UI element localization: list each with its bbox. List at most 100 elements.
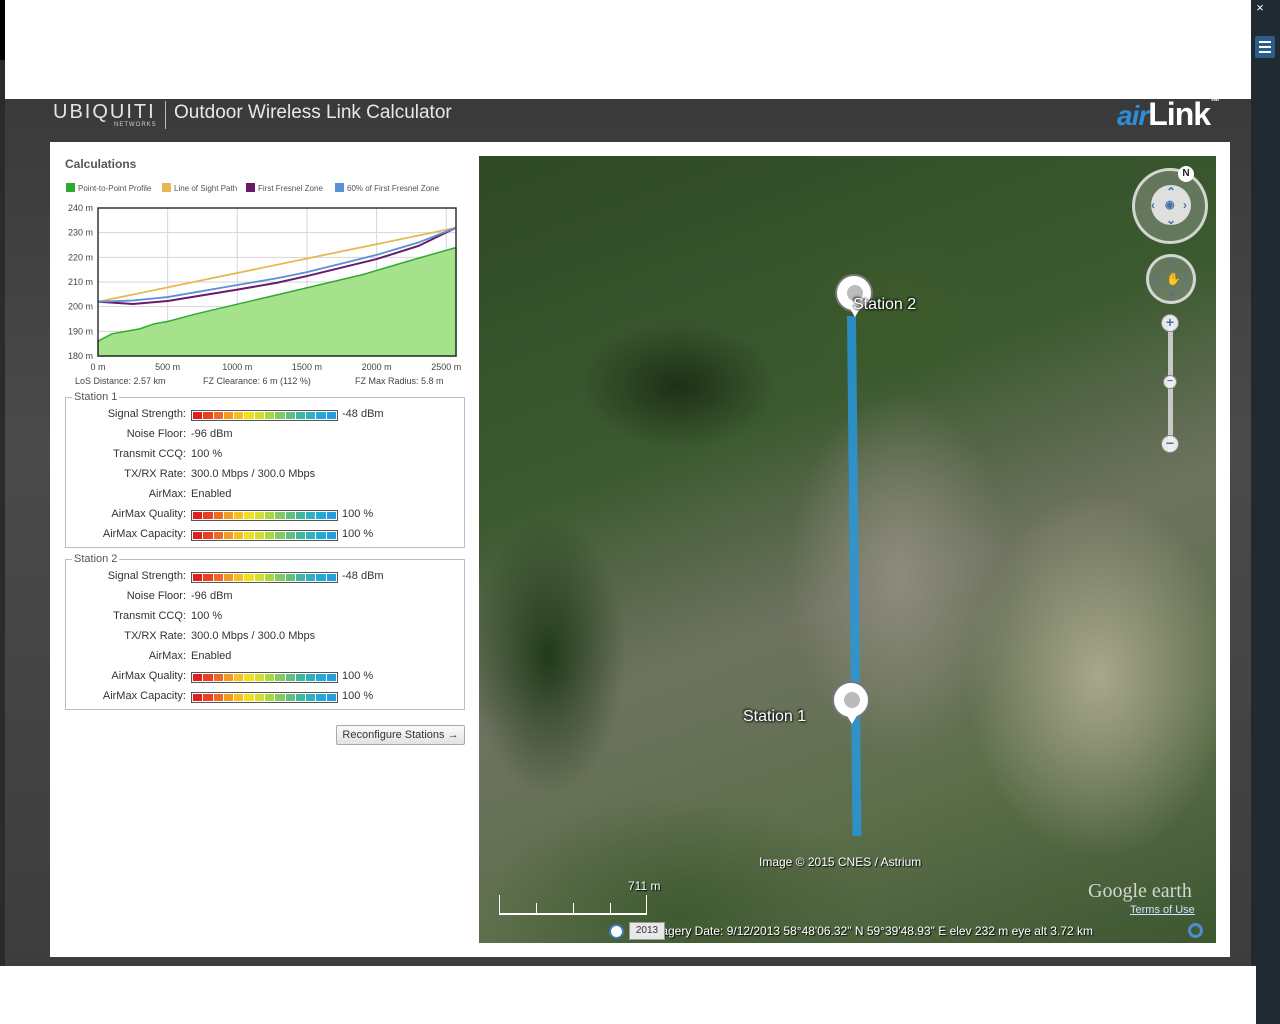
clock-icon[interactable] xyxy=(609,924,624,939)
meter-segment xyxy=(285,532,295,539)
station-1-signal-row: Signal Strength: -48 dBm xyxy=(66,408,464,424)
airmax-label: AirMax: xyxy=(148,650,186,662)
page-title: Outdoor Wireless Link Calculator xyxy=(174,102,452,123)
signal-label: Signal Strength: xyxy=(107,408,186,420)
station-1-marker[interactable] xyxy=(832,681,872,725)
meter-segment xyxy=(254,412,264,419)
meter-segment xyxy=(244,694,254,701)
meter-segment xyxy=(254,512,264,519)
meter-segment xyxy=(295,694,306,701)
meter-segment xyxy=(203,694,213,701)
rate-label: TX/RX Rate: xyxy=(124,468,186,480)
meter-segment xyxy=(316,674,326,681)
ubiquiti-logo-sub: NETWORKS xyxy=(114,122,157,128)
meter-segment xyxy=(234,574,244,581)
station-1-airmax-row: AirMax: Enabled xyxy=(66,488,464,504)
x-tick-label: 1000 m xyxy=(222,362,252,372)
move-up-icon[interactable]: ⌃ xyxy=(1167,257,1177,271)
station-2-title: Station 2 xyxy=(72,553,120,565)
meter-segment xyxy=(264,674,275,681)
meter-segment xyxy=(254,674,264,681)
meter-segment xyxy=(234,512,244,519)
station-1-rate-row: TX/RX Rate: 300.0 Mbps / 300.0 Mbps xyxy=(66,468,464,484)
airmax-value: Enabled xyxy=(191,650,232,662)
look-control[interactable]: ⌃ ‹ › ⌄ ◉ xyxy=(1132,168,1208,244)
meter-segment xyxy=(275,574,285,581)
station-2-airmax-row: AirMax: Enabled xyxy=(66,650,464,666)
zoom-out-button[interactable]: − xyxy=(1161,435,1179,453)
move-right-icon[interactable]: › xyxy=(1183,271,1187,285)
move-down-icon[interactable]: ⌄ xyxy=(1167,285,1177,299)
y-tick-label: 220 m xyxy=(68,252,93,262)
station-2-capacity-row: AirMax Capacity: 100 % xyxy=(66,690,464,706)
station-1-ccq-row: Transmit CCQ: 100 % xyxy=(66,448,464,464)
menu-icon[interactable] xyxy=(1255,36,1275,58)
reconfigure-stations-button[interactable]: Reconfigure Stations → xyxy=(336,725,465,745)
meter-segment xyxy=(264,574,275,581)
legend-swatch xyxy=(162,183,171,192)
zoom-handle[interactable]: − xyxy=(1163,375,1177,389)
meter-segment xyxy=(213,412,223,419)
legend-item: Point-to-Point Profile xyxy=(66,183,151,193)
look-left-icon[interactable]: ‹ xyxy=(1151,198,1155,212)
move-control[interactable]: ⌃ ‹ › ⌄ ✋ xyxy=(1146,254,1196,304)
fz-clearance-text: FZ Clearance: 6 m (112 %) xyxy=(203,376,311,386)
meter-segment xyxy=(223,674,234,681)
meter-segment xyxy=(244,512,254,519)
meter-segment xyxy=(326,574,336,581)
meter-segment xyxy=(306,512,316,519)
station-1-title: Station 1 xyxy=(72,391,120,403)
meter-segment xyxy=(275,674,285,681)
look-down-icon[interactable]: ⌄ xyxy=(1166,213,1176,227)
legend-item: Line of Sight Path xyxy=(162,183,237,193)
meter-segment xyxy=(213,512,223,519)
airmax-capacity-meter xyxy=(191,530,338,541)
look-up-icon[interactable]: ⌃ xyxy=(1166,185,1176,199)
noise-floor-value: -96 dBm xyxy=(191,428,233,440)
airmax-capacity-meter xyxy=(191,692,338,703)
meter-segment xyxy=(244,412,254,419)
meter-segment xyxy=(223,532,234,539)
meter-segment xyxy=(295,674,306,681)
imagery-date-box[interactable]: 2013 xyxy=(629,922,665,940)
meter-segment xyxy=(234,412,244,419)
station-2-map-label: Station 2 xyxy=(853,296,917,313)
meter-segment xyxy=(213,694,223,701)
map-status-bar: Imagery Date: 9/12/2013 58°48'06.32" N 5… xyxy=(648,924,1093,938)
look-right-icon[interactable]: › xyxy=(1183,198,1187,212)
meter-segment xyxy=(193,532,203,539)
meter-segment xyxy=(306,532,316,539)
station-2-signal-row: Signal Strength: -48 dBm xyxy=(66,570,464,586)
meter-segment xyxy=(285,674,295,681)
compass-north-icon[interactable]: N xyxy=(1178,166,1194,182)
eye-icon: ◉ xyxy=(1165,199,1175,211)
meter-segment xyxy=(244,574,254,581)
y-tick-label: 210 m xyxy=(68,277,93,287)
google-earth-logo: Google earth xyxy=(1088,880,1192,902)
station-1-map-label: Station 1 xyxy=(743,708,807,725)
zoom-in-button[interactable]: + xyxy=(1161,314,1179,332)
meter-segment xyxy=(275,532,285,539)
noise-label: Noise Floor: xyxy=(126,590,186,602)
hand-icon: ✋ xyxy=(1166,272,1181,286)
signal-strength-meter xyxy=(191,572,338,583)
link-path xyxy=(847,315,862,837)
terms-link[interactable]: Terms of Use xyxy=(1130,904,1195,916)
meter-segment xyxy=(275,412,285,419)
airmax-value: Enabled xyxy=(191,488,232,500)
close-icon[interactable]: × xyxy=(1250,0,1270,16)
x-tick-label: 500 m xyxy=(155,362,180,372)
airmax-capacity-value: 100 % xyxy=(342,528,374,540)
airmax-label: AirMax: xyxy=(148,488,186,500)
move-left-icon[interactable]: ‹ xyxy=(1153,271,1157,285)
signal-strength-value: -48 dBm xyxy=(342,570,384,582)
meter-segment xyxy=(203,674,213,681)
meter-segment xyxy=(295,532,306,539)
meter-segment xyxy=(234,674,244,681)
meter-segment xyxy=(316,532,326,539)
meter-segment xyxy=(213,574,223,581)
station-2-panel: Station 2 Signal Strength: -48 dBm Noise… xyxy=(65,553,465,710)
meter-segment xyxy=(306,694,316,701)
station-2-quality-row: AirMax Quality: 100 % xyxy=(66,670,464,686)
airmax-quality-value: 100 % xyxy=(342,670,374,682)
